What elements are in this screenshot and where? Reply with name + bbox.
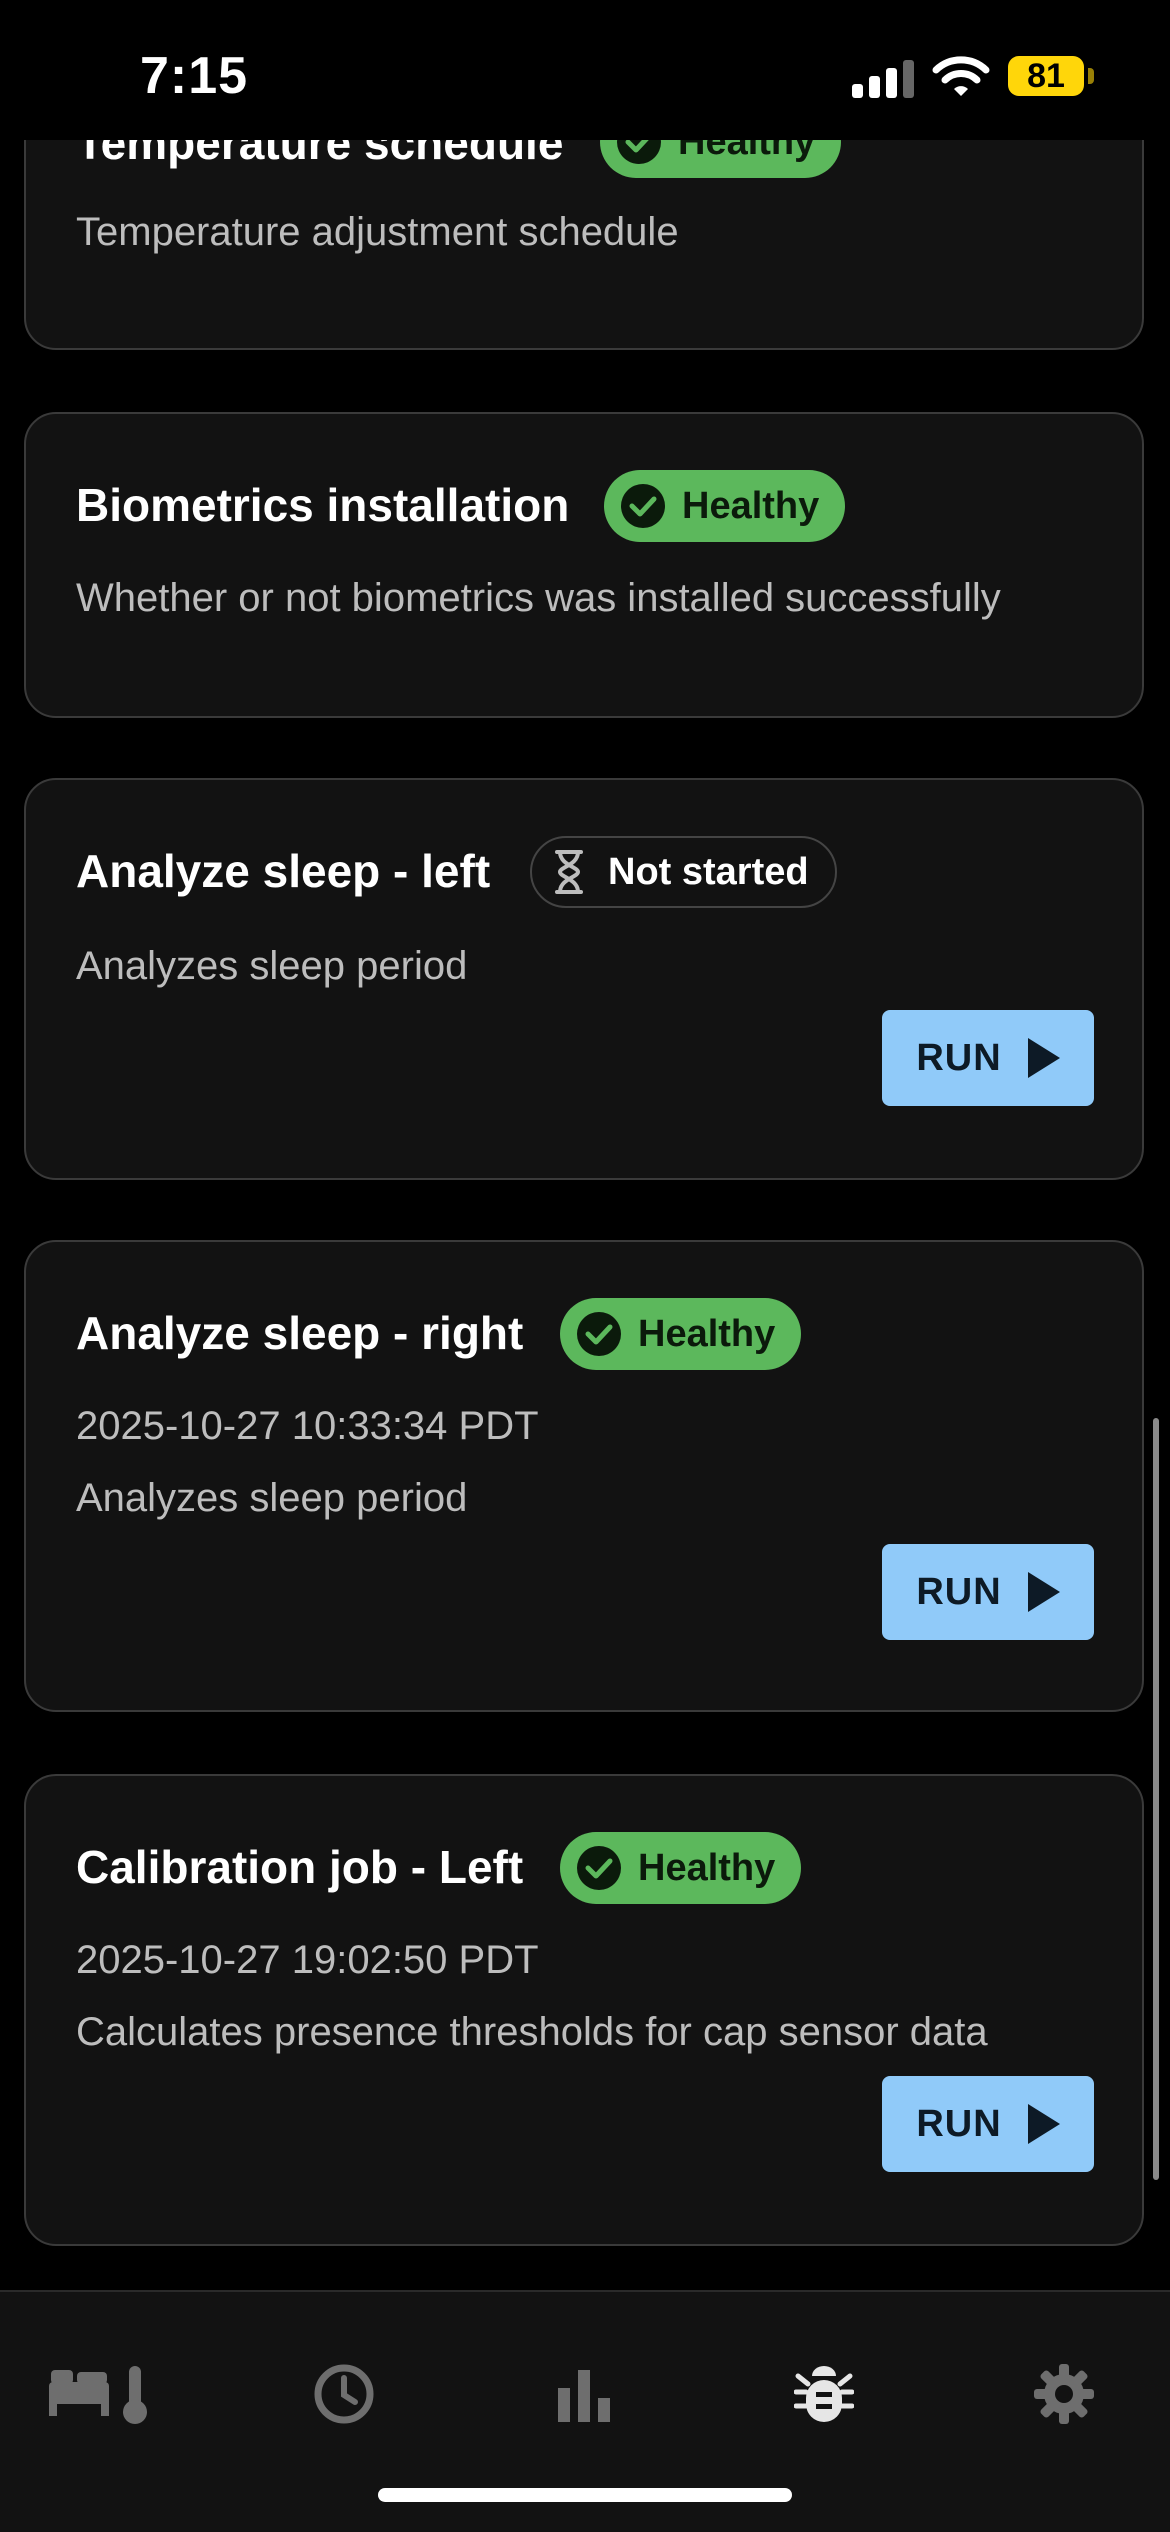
check-circle-icon	[576, 1845, 622, 1891]
home-indicator[interactable]	[378, 2488, 792, 2502]
job-title: Calibration job - Left	[76, 1841, 524, 1893]
bed-thermometer-icon	[45, 2362, 155, 2431]
app-screen: Temperature schedule Healthy Temperature…	[0, 0, 1170, 2532]
wifi-icon	[932, 54, 990, 98]
job-title: Analyze sleep - left	[76, 845, 491, 897]
run-button-label: RUN	[916, 2102, 1002, 2145]
status-badge: Healthy	[560, 1832, 802, 1904]
job-card-biometrics-installation: Biometrics installation Healthy Whether …	[24, 412, 1144, 718]
tab-bed-temperature[interactable]	[44, 2360, 156, 2432]
job-title: Analyze sleep - right	[76, 1307, 524, 1359]
run-button[interactable]: RUN	[882, 2076, 1094, 2172]
status-bar: 7:15 81	[0, 0, 1170, 140]
job-card-analyze-sleep-right: Analyze sleep - right Healthy 2025-10-27…	[24, 1240, 1144, 1712]
job-card-analyze-sleep-left: Analyze sleep - left Not started Analyze…	[24, 778, 1144, 1180]
job-card-calibration-job-left: Calibration job - Left Healthy 2025-10-2…	[24, 1774, 1144, 2246]
bar-chart-icon	[556, 2366, 612, 2427]
play-icon	[1027, 1038, 1060, 1078]
job-timestamp: 2025-10-27 19:02:50 PDT	[76, 1938, 539, 1982]
battery-icon	[1088, 68, 1094, 84]
status-label: Healthy	[638, 1846, 776, 1889]
job-description: Whether or not biometrics was installed …	[76, 576, 1001, 620]
run-button[interactable]: RUN	[882, 1010, 1094, 1106]
status-label: Healthy	[682, 484, 820, 527]
bug-icon	[793, 2362, 855, 2431]
job-list[interactable]: Temperature schedule Healthy Temperature…	[0, 0, 1170, 2290]
clock-icon	[312, 2362, 376, 2431]
job-timestamp: 2025-10-27 10:33:34 PDT	[76, 1404, 539, 1448]
tab-settings[interactable]	[1022, 2360, 1106, 2432]
status-badge: Not started	[530, 836, 837, 908]
clock-time: 7:15	[140, 47, 249, 105]
run-button-label: RUN	[916, 1570, 1002, 1613]
gear-icon	[1032, 2362, 1096, 2431]
tab-debug[interactable]	[782, 2360, 866, 2432]
job-description: Analyzes sleep period	[76, 944, 468, 988]
job-description: Analyzes sleep period	[76, 1476, 468, 1520]
status-label: Not started	[608, 850, 809, 893]
check-circle-icon	[576, 1311, 622, 1357]
status-label: Healthy	[638, 1312, 776, 1355]
battery-level: 81	[1008, 56, 1084, 96]
check-circle-icon	[620, 483, 666, 529]
job-title: Biometrics installation	[76, 479, 570, 531]
scrollbar[interactable]	[1153, 1418, 1159, 2180]
job-description: Calculates presence thresholds for cap s…	[76, 2010, 988, 2054]
tab-schedule[interactable]	[302, 2360, 386, 2432]
tab-data[interactable]	[542, 2360, 626, 2432]
status-badge: Healthy	[560, 1298, 802, 1370]
run-button[interactable]: RUN	[882, 1544, 1094, 1640]
run-button-label: RUN	[916, 1036, 1002, 1079]
play-icon	[1027, 2104, 1060, 2144]
play-icon	[1027, 1572, 1060, 1612]
job-description: Temperature adjustment schedule	[76, 210, 679, 254]
hourglass-icon	[546, 849, 592, 895]
status-badge: Healthy	[604, 470, 846, 542]
cellular-signal-icon	[852, 60, 916, 98]
